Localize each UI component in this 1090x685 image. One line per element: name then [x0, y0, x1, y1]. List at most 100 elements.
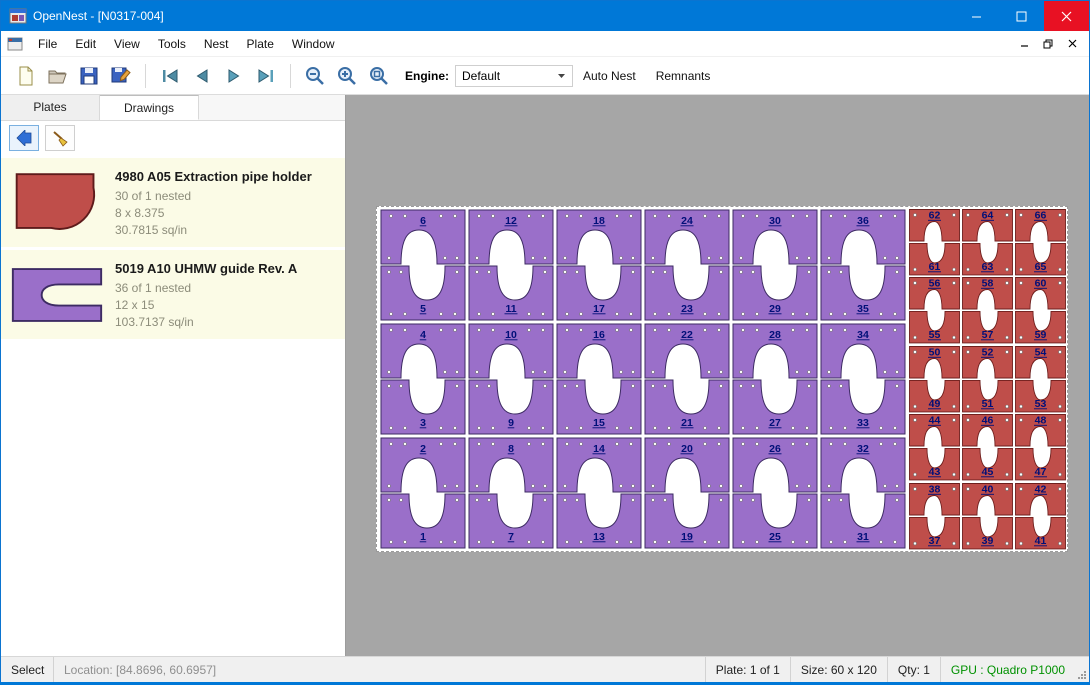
drawing-nested-count: 36 of 1 nested — [115, 280, 297, 297]
zoom-in-button[interactable] — [333, 62, 361, 90]
zoom-fit-button[interactable] — [365, 62, 393, 90]
tab-drawings[interactable]: Drawings — [100, 95, 199, 120]
svg-text:17: 17 — [593, 303, 605, 315]
nest-canvas[interactable]: 6512111817242330293635431091615222128273… — [346, 95, 1089, 656]
svg-text:59: 59 — [1035, 329, 1047, 341]
close-icon — [1061, 11, 1072, 22]
minimize-button[interactable] — [954, 1, 999, 31]
nested-part-pair[interactable]: 2423 — [643, 208, 731, 322]
prev-arrow-icon — [191, 65, 213, 87]
tabstrip-filler — [199, 95, 345, 120]
svg-text:14: 14 — [593, 443, 605, 455]
nested-part-pair[interactable]: 3635 — [819, 208, 907, 322]
maximize-button[interactable] — [999, 1, 1044, 31]
drawing-title: 4980 A05 Extraction pipe holder — [115, 168, 312, 185]
zoom-out-button[interactable] — [301, 62, 329, 90]
svg-text:28: 28 — [769, 329, 781, 341]
nested-part-pair[interactable]: 6059 — [1014, 276, 1067, 344]
svg-text:36: 36 — [857, 215, 869, 227]
drawing-item-1[interactable]: 4980 A05 Extraction pipe holder 30 of 1 … — [1, 158, 345, 247]
purple-grid: 6512111817242330293635431091615222128273… — [379, 208, 907, 550]
nested-part-pair[interactable]: 5251 — [961, 345, 1014, 413]
nested-part-pair[interactable]: 1413 — [555, 436, 643, 550]
remnants-button[interactable]: Remnants — [646, 63, 721, 89]
zoom-in-icon — [336, 65, 358, 87]
save-button[interactable] — [75, 62, 103, 90]
nested-part-pair[interactable]: 4241 — [1014, 482, 1067, 550]
import-drawing-button[interactable] — [9, 125, 39, 151]
svg-text:12: 12 — [505, 215, 517, 227]
first-arrow-icon — [159, 65, 181, 87]
menu-nest[interactable]: Nest — [195, 33, 238, 55]
svg-text:15: 15 — [593, 417, 605, 429]
menu-plate[interactable]: Plate — [238, 33, 283, 55]
nested-part-pair[interactable]: 1817 — [555, 208, 643, 322]
blue-arrow-icon — [15, 130, 33, 146]
next-plate-button[interactable] — [220, 62, 248, 90]
prev-plate-button[interactable] — [188, 62, 216, 90]
menu-window[interactable]: Window — [283, 33, 344, 55]
tab-plates[interactable]: Plates — [1, 95, 100, 120]
mdi-close-button[interactable] — [1061, 35, 1083, 53]
save-icon — [78, 65, 100, 87]
nested-part-pair[interactable]: 2019 — [643, 436, 731, 550]
svg-text:39: 39 — [982, 535, 994, 547]
mdi-minimize-button[interactable] — [1013, 35, 1035, 53]
open-button[interactable] — [43, 62, 71, 90]
drawing-item-2[interactable]: 5019 A10 UHMW guide Rev. A 36 of 1 neste… — [1, 250, 345, 339]
nested-part-pair[interactable]: 4443 — [908, 413, 961, 481]
nested-part-pair[interactable]: 1615 — [555, 322, 643, 436]
menu-view[interactable]: View — [105, 33, 149, 55]
plate-sheet[interactable]: 6512111817242330293635431091615222128273… — [376, 206, 1068, 552]
nested-part-pair[interactable]: 2625 — [731, 436, 819, 550]
nested-part-pair[interactable]: 3837 — [908, 482, 961, 550]
nested-part-pair[interactable]: 5049 — [908, 345, 961, 413]
nested-part-pair[interactable]: 43 — [379, 322, 467, 436]
new-button[interactable] — [11, 62, 39, 90]
resize-grip[interactable] — [1075, 657, 1089, 682]
nested-part-pair[interactable]: 6463 — [961, 208, 1014, 276]
nested-part-pair[interactable]: 5453 — [1014, 345, 1067, 413]
nested-part-pair[interactable]: 6261 — [908, 208, 961, 276]
auto-nest-button[interactable]: Auto Nest — [573, 63, 646, 89]
svg-text:18: 18 — [593, 215, 605, 227]
nested-part-pair[interactable]: 3433 — [819, 322, 907, 436]
svg-text:37: 37 — [929, 535, 941, 547]
nested-part-pair[interactable]: 87 — [467, 436, 555, 550]
drawing-area: 103.7137 sq/in — [115, 314, 297, 331]
nested-part-pair[interactable]: 2827 — [731, 322, 819, 436]
clear-drawings-button[interactable] — [45, 125, 75, 151]
menu-bar: File Edit View Tools Nest Plate Window — [1, 31, 1089, 57]
svg-text:29: 29 — [769, 303, 781, 315]
nested-part-pair[interactable]: 5655 — [908, 276, 961, 344]
nested-part-pair[interactable]: 5857 — [961, 276, 1014, 344]
menu-edit[interactable]: Edit — [66, 33, 105, 55]
menu-tools[interactable]: Tools — [149, 33, 195, 55]
last-plate-button[interactable] — [252, 62, 280, 90]
nested-part-pair[interactable]: 3231 — [819, 436, 907, 550]
svg-text:19: 19 — [681, 531, 693, 543]
close-button[interactable] — [1044, 1, 1089, 31]
mdi-restore-button[interactable] — [1037, 35, 1059, 53]
engine-select[interactable]: Default — [455, 65, 573, 87]
nested-part-pair[interactable]: 65 — [379, 208, 467, 322]
last-arrow-icon — [255, 65, 277, 87]
status-gpu: GPU : Quadro P1000 — [940, 657, 1075, 682]
svg-text:44: 44 — [929, 415, 941, 427]
nested-part-pair[interactable]: 2221 — [643, 322, 731, 436]
nested-part-pair[interactable]: 6665 — [1014, 208, 1067, 276]
nested-part-pair[interactable]: 3029 — [731, 208, 819, 322]
nested-part-pair[interactable]: 4039 — [961, 482, 1014, 550]
nested-part-pair[interactable]: 1211 — [467, 208, 555, 322]
nested-part-pair[interactable]: 109 — [467, 322, 555, 436]
nested-part-pair[interactable]: 21 — [379, 436, 467, 550]
first-plate-button[interactable] — [156, 62, 184, 90]
minimize-icon — [971, 11, 982, 22]
nested-part-pair[interactable]: 4645 — [961, 413, 1014, 481]
nested-part-pair[interactable]: 4847 — [1014, 413, 1067, 481]
menu-file[interactable]: File — [29, 33, 66, 55]
status-plate: Plate: 1 of 1 — [705, 657, 790, 682]
status-location: Location: [84.8696, 60.6957] — [53, 657, 226, 682]
save-as-button[interactable] — [107, 62, 135, 90]
svg-text:4: 4 — [420, 329, 426, 341]
